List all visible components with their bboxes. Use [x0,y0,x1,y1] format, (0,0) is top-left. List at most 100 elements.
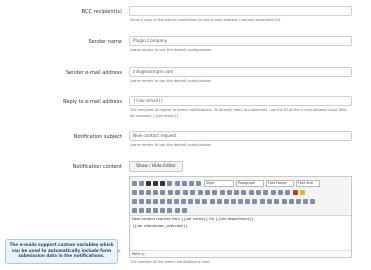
reply-to-hint: The recipient of replies to admin notifi… [130,108,348,118]
insert-layer-icon[interactable] [289,199,294,204]
col-after-icon[interactable] [181,199,186,204]
link-icon[interactable] [220,190,225,195]
row-before-icon[interactable] [153,199,158,204]
del-icon[interactable] [153,208,158,213]
table-icon[interactable] [132,199,137,204]
style-select[interactable]: Style [204,180,234,187]
horizontal-rule-icon[interactable] [210,199,215,204]
cleanup-icon[interactable] [249,190,254,195]
blockquote-icon[interactable] [212,190,217,195]
paste-word-icon[interactable] [160,190,165,195]
visual-aid-icon[interactable] [224,199,229,204]
bold-icon[interactable] [146,181,151,186]
insert-date-icon[interactable] [271,190,276,195]
media-icon[interactable] [252,199,257,204]
bcc-label: BCC recipient(s) [81,9,122,15]
sender-name-label: Sender name [88,39,123,45]
show-hide-editor-button[interactable]: Show / Hide Editor [129,161,183,172]
content-label: Notification content [72,164,122,170]
col-before-icon[interactable] [174,199,179,204]
sender-email-hint: Leave empty to use the default configura… [130,79,213,83]
move-backward-icon[interactable] [303,199,308,204]
print-icon[interactable] [260,199,265,204]
italic-icon[interactable] [153,181,158,186]
editor-content[interactable]: New contact request from {{var name}} fo… [132,216,349,240]
toolbar-row-4 [132,207,351,215]
numbered-list-icon[interactable] [190,190,195,195]
font-family-select[interactable]: Font Family [266,180,294,187]
paste-icon[interactable] [146,190,151,195]
wysiwyg-editor[interactable]: Style Paragraph Font Family Font Size Ne… [129,176,352,258]
reply-to-input[interactable]: {{var email}} [129,96,352,106]
help-icon[interactable] [256,190,261,195]
replace-icon[interactable] [175,190,180,195]
remove-format-icon[interactable] [217,199,222,204]
backcolor-icon[interactable] [300,190,305,195]
insert-time-icon[interactable] [278,190,283,195]
delete-col-icon[interactable] [188,199,193,204]
absolute-icon[interactable] [310,199,315,204]
paragraph-select[interactable]: Paragraph [236,180,264,187]
move-forward-icon[interactable] [296,199,301,204]
subject-label: Notification subject [73,134,122,140]
preview-icon[interactable] [285,190,290,195]
subscript-icon[interactable] [231,199,236,204]
sender-email-input[interactable]: info@example.com [129,67,352,77]
merge-cells-icon[interactable] [202,199,207,204]
cut-icon[interactable] [132,190,137,195]
anchor-icon[interactable] [234,190,239,195]
editor-line: {{var submission_overview}} [132,224,188,228]
sender-email-label: Sender e-mail address [65,70,122,76]
align-right-icon[interactable] [189,181,194,186]
editor-line: New contact request from {{var name}} fo… [132,217,254,221]
ins-icon[interactable] [160,208,165,213]
fullscreen-icon[interactable] [282,199,287,204]
row-props-icon[interactable] [139,199,144,204]
split-cells-icon[interactable] [195,199,200,204]
cell-props-icon[interactable] [146,199,151,204]
copy-icon[interactable] [139,190,144,195]
unlink-icon[interactable] [227,190,232,195]
redo-icon[interactable] [139,181,144,186]
superscript-icon[interactable] [238,199,243,204]
font-size-select[interactable]: Font Size [296,180,320,187]
delete-row-icon[interactable] [167,199,172,204]
toolbar-row-3 [132,198,351,206]
outdent-icon[interactable] [198,190,203,195]
sender-name-input[interactable]: Plugin Company [129,36,352,46]
callout-arrow [117,248,121,254]
image-icon[interactable] [241,190,246,195]
forecolor-icon[interactable] [293,190,298,195]
cite-icon[interactable] [132,208,137,213]
special-char-icon[interactable] [245,199,250,204]
align-left-icon[interactable] [175,181,180,186]
bullet-list-icon[interactable] [183,190,188,195]
editor-toolbar: Style Paragraph Font Family Font Size [130,177,351,216]
nonbreaking-icon[interactable] [175,208,180,213]
abbreviation-icon[interactable] [139,208,144,213]
underline-icon[interactable] [160,181,165,186]
indent-icon[interactable] [205,190,210,195]
paste-text-icon[interactable] [153,190,158,195]
content-hint: The content of the admin notification e-… [130,260,211,264]
bcc-hint: Send a copy of the admin notification to… [130,18,282,22]
sender-name-hint: Leave empty to use the default configura… [130,48,213,52]
html-source-icon[interactable] [263,190,268,195]
ltr-icon[interactable] [267,199,272,204]
align-justify-icon[interactable] [196,181,201,186]
align-center-icon[interactable] [182,181,187,186]
rtl-icon[interactable] [274,199,279,204]
acronym-icon[interactable] [146,208,151,213]
reply-to-label: Reply to e-mail address [63,99,122,105]
subject-hint: Leave empty to use the default configura… [130,143,213,147]
subject-input[interactable]: New contact request [129,131,352,141]
attribs-icon[interactable] [167,208,172,213]
bcc-input[interactable] [129,6,352,16]
undo-icon[interactable] [132,181,137,186]
strikethrough-icon[interactable] [167,181,172,186]
pagebreak-icon[interactable] [182,208,187,213]
search-icon[interactable] [168,190,173,195]
toolbar-row-1: Style Paragraph Font Family Font Size [132,180,351,188]
row-after-icon[interactable] [160,199,165,204]
variables-callout: The e-mails support custom variables whi… [5,239,118,264]
